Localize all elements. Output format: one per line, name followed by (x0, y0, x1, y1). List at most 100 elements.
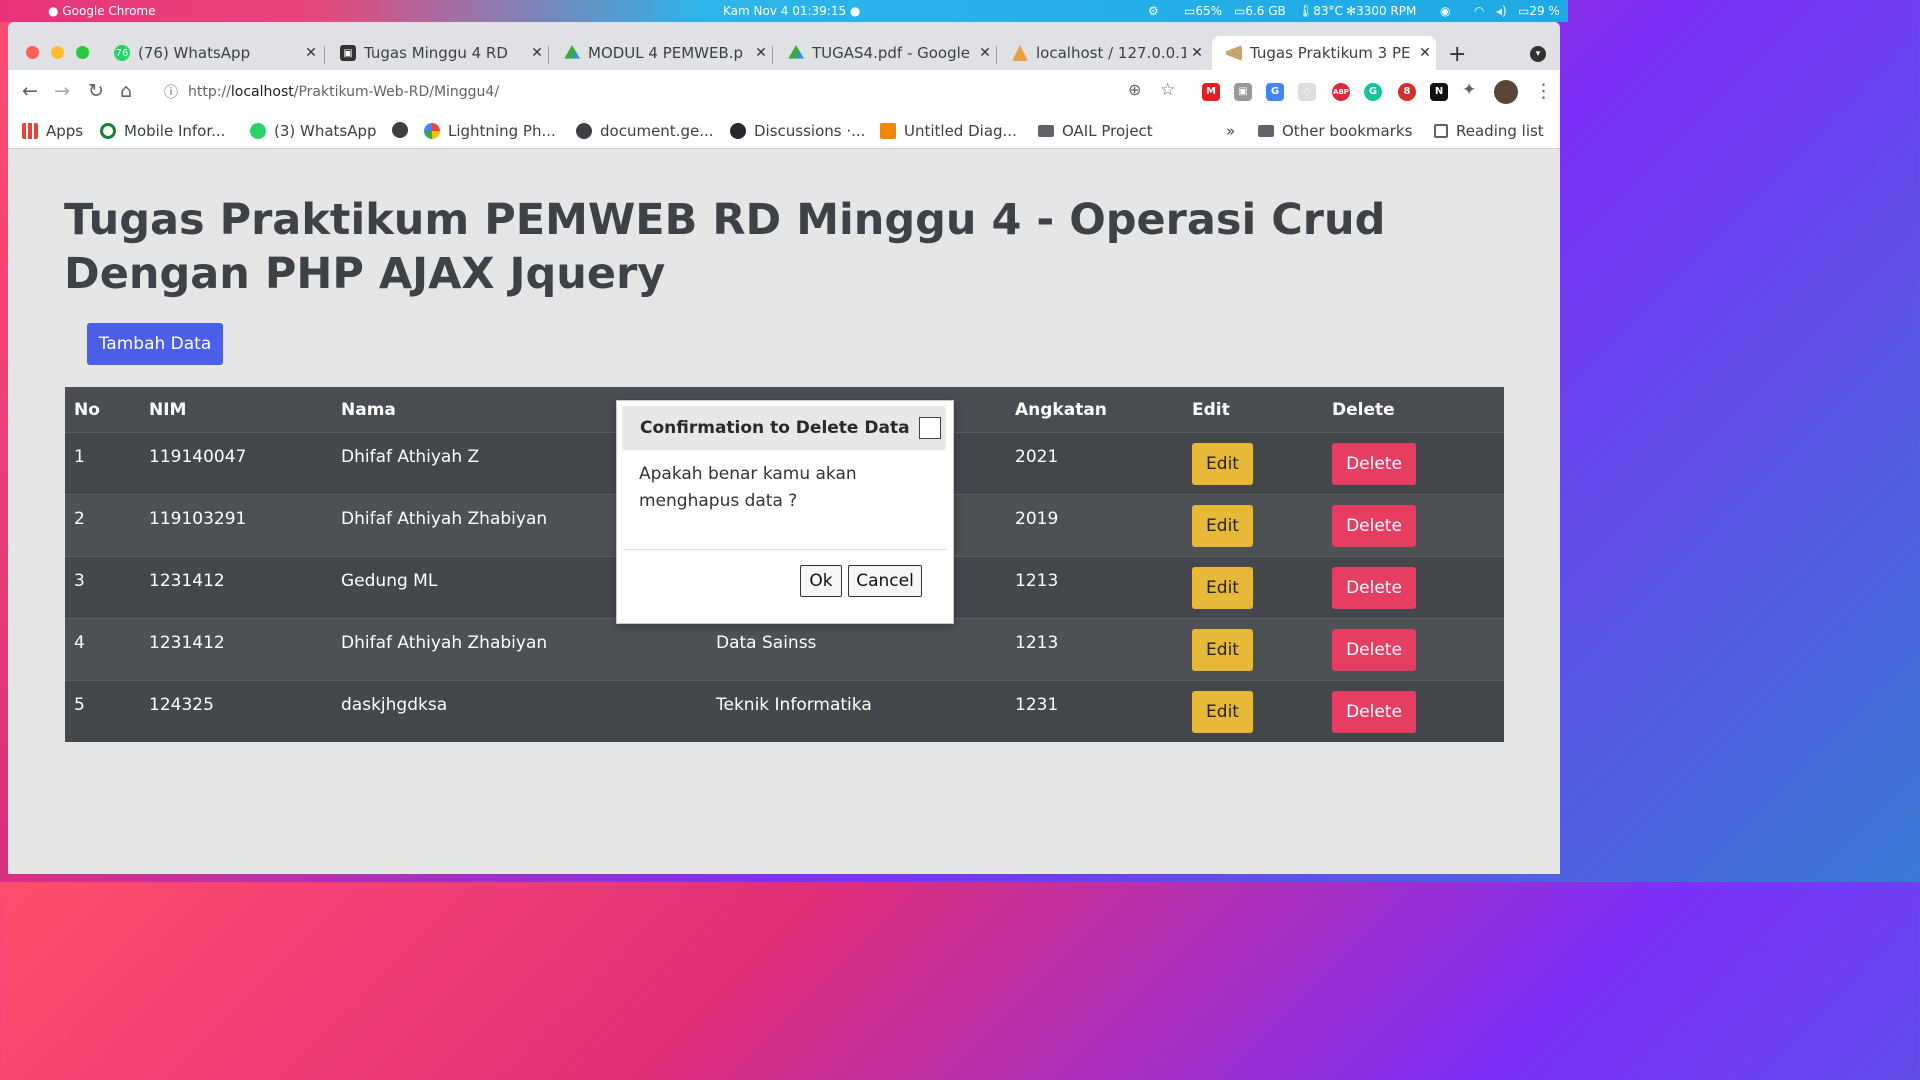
delete-button[interactable]: Delete (1332, 505, 1416, 547)
cpu-indicator: ▭65% (1184, 4, 1223, 18)
edit-button[interactable]: Edit (1192, 567, 1253, 609)
extension-translate-icon[interactable]: G (1266, 83, 1284, 101)
reload-icon[interactable]: ↻ (88, 80, 104, 102)
cell-text: 4 (74, 633, 85, 653)
cell-nim: 1231412 (140, 618, 332, 681)
reading-list[interactable]: Reading list (1434, 122, 1544, 140)
edit-button[interactable]: Edit (1192, 629, 1253, 671)
minimize-window-button[interactable] (51, 46, 64, 59)
dialog-message: Apakah benar kamu akan menghapus data ? (639, 464, 857, 511)
cell-delete: Delete (1323, 556, 1504, 619)
tab-search-icon[interactable]: ▾ (1530, 46, 1546, 62)
classroom-icon: ▣ (340, 45, 356, 61)
extension-badge-icon[interactable]: 8 (1398, 83, 1416, 101)
url-prefix: http:// (188, 84, 231, 100)
cell-prodi: Teknik Informatika (707, 680, 1006, 742)
delete-button[interactable]: Delete (1332, 691, 1416, 733)
tab-tugas4-pdf[interactable]: TUGAS4.pdf - Google ✕ (774, 36, 996, 70)
cell-edit: Edit (1183, 494, 1323, 557)
bookmark-star-icon[interactable]: ☆ (1160, 80, 1175, 100)
cell-delete: Delete (1323, 432, 1504, 495)
bookmark-lightning[interactable]: Lightning Ph... (424, 122, 556, 140)
extension-faint-icon[interactable]: ◇ (1298, 83, 1316, 101)
add-data-button[interactable]: Tambah Data (87, 323, 223, 365)
temperature-value: 83°C (1313, 4, 1343, 18)
profile-avatar[interactable] (1494, 80, 1518, 104)
delete-button[interactable]: Delete (1332, 567, 1416, 609)
other-bookmarks[interactable]: Other bookmarks (1258, 122, 1412, 140)
cell-text: 2021 (1015, 447, 1059, 467)
bookmark-globe[interactable] (392, 122, 416, 138)
bookmark-label: Untitled Diag... (904, 122, 1017, 140)
edit-button[interactable]: Edit (1192, 505, 1253, 547)
memory-indicator: ▭6.6 GB (1234, 4, 1286, 18)
chrome-app-name[interactable]: ● Google Chrome (48, 4, 156, 18)
ok-button[interactable]: Ok (800, 565, 842, 597)
folder-icon (1038, 125, 1054, 137)
cell-text: Data Sainss (716, 633, 817, 653)
tab-modul4[interactable]: MODUL 4 PEMWEB.p ✕ (550, 36, 772, 70)
delete-button[interactable]: Delete (1332, 443, 1416, 485)
close-icon[interactable]: ✕ (1414, 45, 1436, 61)
tab-divider (324, 46, 325, 64)
edit-button[interactable]: Edit (1192, 691, 1253, 733)
extension-mendeley-icon[interactable]: M (1202, 83, 1220, 101)
bookmark-document[interactable]: document.ge... (576, 122, 714, 140)
close-icon[interactable]: ✕ (300, 45, 322, 61)
bookmarks-overflow-button[interactable]: » (1226, 122, 1235, 140)
tab-divider (548, 46, 549, 64)
battery-indicator[interactable]: ▭29 % (1518, 4, 1560, 18)
bookmark-mobile-infor[interactable]: Mobile Infor... (100, 122, 225, 140)
close-window-button[interactable] (26, 46, 39, 59)
bookmark-whatsapp[interactable]: (3) WhatsApp (250, 122, 377, 140)
cancel-button[interactable]: Cancel (848, 565, 922, 597)
bookmark-apps[interactable]: Apps (22, 122, 83, 140)
extension-grammarly-icon[interactable]: G (1364, 83, 1382, 101)
edit-button[interactable]: Edit (1192, 443, 1253, 485)
home-icon[interactable]: ⌂ (120, 80, 132, 102)
wifi-icon[interactable]: ◠ (1474, 4, 1484, 18)
extension-generic-icon[interactable]: ▣ (1234, 83, 1252, 101)
zoom-icon[interactable]: ⊕ (1128, 80, 1141, 99)
cell-delete: Delete (1323, 494, 1504, 557)
dialog-close-button[interactable] (919, 417, 941, 439)
battery-value: 29 % (1529, 4, 1560, 18)
bookmark-oail-project[interactable]: OAIL Project (1038, 122, 1153, 140)
cell-delete: Delete (1323, 618, 1504, 681)
address-bar[interactable]: ⓘ http://localhost/Praktikum-Web-RD/Ming… (156, 76, 1166, 108)
system-tray-icon[interactable]: ⚙ (1148, 4, 1159, 18)
close-icon[interactable]: ✕ (526, 45, 548, 61)
page-title: Tugas Praktikum PEMWEB RD Minggu 4 - Ope… (64, 195, 1386, 299)
cell-nim: 124325 (140, 680, 332, 742)
delete-button[interactable]: Delete (1332, 629, 1416, 671)
clock[interactable]: Kam Nov 4 01:39:15 ● (723, 4, 860, 18)
back-icon[interactable]: ← (22, 80, 38, 102)
new-tab-button[interactable]: + (1448, 42, 1466, 67)
whatsapp-icon (250, 123, 266, 139)
cell-text: 1213 (1015, 571, 1059, 591)
tab-divider (996, 46, 997, 64)
cell-nama: Dhifaf Athiyah Zhabiyan (332, 618, 707, 681)
tab-phpmyadmin[interactable]: localhost / 127.0.0.1 ✕ (998, 36, 1208, 70)
header-angkatan: Angkatan (1015, 399, 1107, 420)
extension-adblock-icon[interactable]: ABP (1332, 83, 1350, 101)
tab-whatsapp[interactable]: 76 (76) WhatsApp ✕ (100, 36, 322, 70)
info-icon[interactable]: ⓘ (164, 82, 178, 102)
phpmyadmin-icon (1012, 45, 1028, 61)
cell-nim: 119140047 (140, 432, 332, 495)
menu-kebab-icon[interactable]: ⋮ (1534, 80, 1553, 102)
tab-tugas-minggu[interactable]: ▣ Tugas Minggu 4 RD ✕ (326, 36, 548, 70)
tab-tugas-praktikum-active[interactable]: Tugas Praktikum 3 PE ✕ (1212, 36, 1436, 70)
volume-icon[interactable]: ◂) (1496, 4, 1507, 18)
close-icon[interactable]: ✕ (1186, 45, 1208, 61)
extensions-puzzle-icon[interactable]: ✦ (1462, 80, 1476, 100)
maximize-window-button[interactable] (76, 46, 89, 59)
close-icon[interactable]: ✕ (974, 45, 996, 61)
apps-grid-icon (22, 123, 38, 139)
close-icon[interactable]: ✕ (750, 45, 772, 61)
extension-notion-icon[interactable]: N (1430, 83, 1448, 101)
bookmark-discussions[interactable]: Discussions ·... (730, 122, 865, 140)
accessibility-icon[interactable]: ◉ (1440, 4, 1450, 18)
bookmark-drawio[interactable]: Untitled Diag... (880, 122, 1017, 140)
forward-icon[interactable]: → (54, 80, 70, 102)
